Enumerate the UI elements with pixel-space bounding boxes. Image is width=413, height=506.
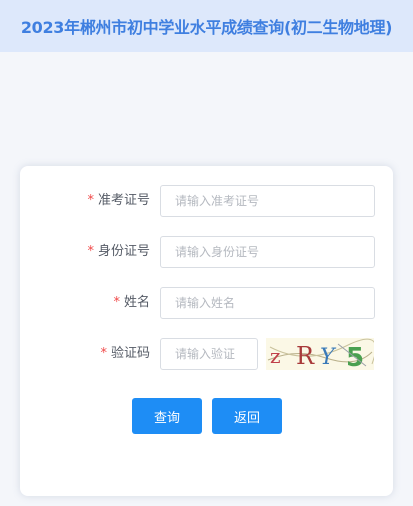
name-label: 姓名: [123, 295, 150, 310]
captcha-char: 5: [346, 343, 364, 370]
required-mark: *: [113, 295, 120, 310]
page-title: 2023年郴州市初中学业水平成绩查询(初二生物地理): [20, 18, 393, 37]
page-header: 2023年郴州市初中学业水平成绩查询(初二生物地理): [0, 0, 413, 52]
field-label: * 验证码: [100, 338, 150, 370]
captcha-graphic: z R Y 5: [267, 338, 374, 370]
exam-number-input[interactable]: [161, 186, 374, 216]
form-row-id-number: * 身份证号: [20, 236, 393, 268]
captcha-char: z: [270, 344, 281, 368]
captcha-input[interactable]: [161, 339, 257, 369]
captcha-label: 验证码: [110, 346, 150, 361]
id-number-field[interactable]: [160, 236, 375, 268]
back-button[interactable]: 返回: [212, 398, 282, 434]
required-mark: *: [87, 193, 94, 208]
field-label: * 身份证号: [87, 236, 150, 268]
query-form-card: *准考证号 *身份证号 *姓名 *验证码 z R Y 5: [20, 166, 393, 496]
captcha-image[interactable]: z R Y 5: [266, 338, 374, 370]
form-row-name: * 姓名: [20, 287, 393, 319]
id-number-input[interactable]: [161, 237, 374, 267]
name-input[interactable]: [161, 288, 374, 318]
required-mark: *: [87, 244, 94, 259]
query-button[interactable]: 查询: [132, 398, 202, 434]
field-label: * 准考证号: [87, 185, 150, 217]
field-label: * 姓名: [113, 287, 150, 319]
form-row-captcha: *验证码 z R Y 5: [20, 338, 393, 370]
id-number-label: 身份证号: [97, 244, 150, 259]
captcha-field[interactable]: [160, 338, 258, 370]
captcha-char: R: [296, 342, 315, 370]
name-field[interactable]: [160, 287, 375, 319]
exam-number-label: 准考证号: [97, 193, 150, 208]
exam-number-field[interactable]: [160, 185, 375, 217]
form-row-exam-number: * 准考证号: [20, 185, 393, 217]
captcha-char: Y: [320, 345, 337, 370]
required-mark: *: [100, 346, 107, 361]
